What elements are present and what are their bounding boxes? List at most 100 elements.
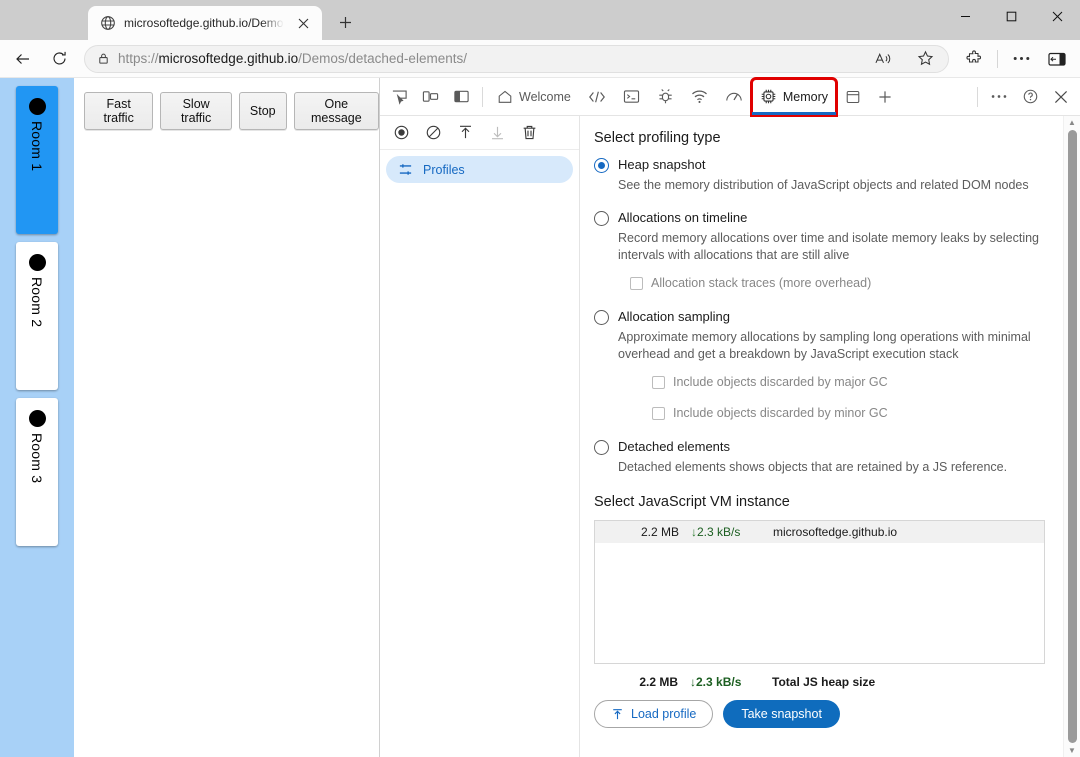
maximize-icon[interactable] [988, 0, 1034, 32]
radio-allocation-sampling[interactable] [594, 310, 609, 325]
suboption-allocation-stack-traces[interactable]: Allocation stack traces (more overhead) [630, 275, 1045, 292]
devtools-main: Profiles Select profiling type Heap snap… [380, 116, 1080, 757]
vm-instance-row[interactable]: 2.2 MB ↓2.3 kB/s microsoftedge.github.io [595, 521, 1044, 543]
stop-button[interactable]: Stop [239, 92, 287, 130]
puzzle-icon[interactable] [957, 44, 991, 74]
room-status-dot [29, 254, 46, 271]
device-emulation-icon[interactable] [415, 83, 445, 111]
read-aloud-icon[interactable] [866, 44, 900, 74]
total-rate-value: 2.3 kB/s [696, 675, 741, 689]
toolbar-divider [997, 50, 998, 68]
checkbox-allocation-stack-traces[interactable] [630, 277, 643, 290]
tab-network[interactable] [683, 79, 716, 115]
option-description: See the memory distribution of JavaScrip… [618, 177, 1045, 195]
room-item[interactable]: Room 1 [16, 86, 58, 234]
scroll-up-icon[interactable]: ▲ [1068, 118, 1076, 127]
room-label: Room 1 [29, 121, 45, 171]
option-description: Record memory allocations over time and … [618, 230, 1045, 265]
vm-rate-value: 2.3 kB/s [697, 525, 740, 539]
vm-instance-list[interactable]: 2.2 MB ↓2.3 kB/s microsoftedge.github.io [594, 520, 1045, 664]
record-icon[interactable] [386, 120, 416, 146]
tab-sources[interactable] [649, 79, 682, 115]
title-bar: microsoftedge.github.io/Demos/d [0, 0, 1080, 40]
minimize-icon[interactable] [942, 0, 988, 32]
slow-traffic-button[interactable]: Slow traffic [160, 92, 232, 130]
new-tab-button[interactable] [328, 5, 362, 39]
take-snapshot-button[interactable]: Take snapshot [723, 700, 840, 728]
option-heap-snapshot: Heap snapshot See the memory distributio… [594, 156, 1045, 195]
devtools-content: Select profiling type Heap snapshot See … [580, 116, 1080, 757]
option-row[interactable]: Allocations on timeline [594, 209, 1045, 227]
url-text: https://microsoftedge.github.io/Demos/de… [118, 51, 858, 66]
save-profile-down-icon[interactable] [482, 120, 512, 146]
option-label: Allocations on timeline [618, 209, 747, 227]
suboption-major-gc[interactable]: Include objects discarded by major GC [652, 374, 1045, 391]
option-row[interactable]: Allocation sampling [594, 308, 1045, 326]
vm-heap-size: 2.2 MB [621, 525, 679, 539]
star-icon[interactable] [908, 44, 942, 74]
tab-strip: microsoftedge.github.io/Demos/d [0, 0, 362, 40]
tab-elements[interactable] [580, 79, 614, 115]
ellipsis-icon[interactable] [1004, 44, 1038, 74]
suboption-minor-gc[interactable]: Include objects discarded by minor GC [652, 405, 1045, 422]
back-button[interactable] [6, 44, 40, 74]
total-label: Total JS heap size [762, 675, 875, 689]
more-tabs-plus-icon[interactable] [870, 79, 900, 115]
browser-tab[interactable]: microsoftedge.github.io/Demos/d [88, 6, 322, 40]
console-icon [623, 89, 640, 104]
load-profile-button[interactable]: Load profile [594, 700, 713, 728]
fast-traffic-button[interactable]: Fast traffic [84, 92, 153, 130]
memory-action-buttons: Load profile Take snapshot [594, 700, 1045, 728]
panel-scrollbar[interactable]: ▲ ▼ [1063, 116, 1080, 757]
checkbox-include-minor-gc[interactable] [652, 407, 665, 420]
split-screen-icon[interactable] [1040, 44, 1074, 74]
delete-trash-icon[interactable] [514, 120, 544, 146]
option-allocation-sampling: Allocation sampling Approximate memory a… [594, 308, 1045, 422]
vm-rate: ↓2.3 kB/s [679, 525, 763, 539]
application-icon [845, 89, 861, 105]
room-item[interactable]: Room 2 [16, 242, 58, 390]
tab-performance[interactable] [717, 79, 751, 115]
close-devtools-icon[interactable] [1046, 83, 1076, 111]
scroll-down-icon[interactable]: ▼ [1068, 746, 1076, 755]
address-bar[interactable]: https://microsoftedge.github.io/Demos/de… [84, 45, 949, 73]
radio-detached-elements[interactable] [594, 440, 609, 455]
tab-memory[interactable]: Memory [752, 79, 836, 115]
close-icon[interactable] [292, 12, 314, 34]
checkbox-include-major-gc[interactable] [652, 376, 665, 389]
devtools-settings-ellipsis-icon[interactable] [984, 83, 1014, 111]
load-profile-up-icon[interactable] [450, 120, 480, 146]
option-label: Heap snapshot [618, 156, 705, 174]
sidebar-item-label: Profiles [423, 163, 465, 177]
dock-side-icon[interactable] [446, 83, 476, 111]
memory-panel: Select profiling type Heap snapshot See … [580, 116, 1063, 757]
inspect-element-icon[interactable] [384, 83, 414, 111]
option-row[interactable]: Detached elements [594, 438, 1045, 456]
navigation-toolbar: https://microsoftedge.github.io/Demos/de… [0, 40, 1080, 78]
one-message-button[interactable]: One message [294, 92, 379, 130]
devtools-tab-bar: Welcome [380, 78, 1080, 116]
radio-allocations-on-timeline[interactable] [594, 211, 609, 226]
room-item[interactable]: Room 3 [16, 398, 58, 546]
close-window-icon[interactable] [1034, 0, 1080, 32]
tab-console[interactable] [615, 79, 648, 115]
room-label: Room 3 [29, 433, 45, 483]
vm-instance-title: Select JavaScript VM instance [594, 494, 1045, 510]
page-body: Fast traffic Slow traffic Stop One messa… [74, 78, 379, 757]
total-rate: ↓2.3 kB/s [678, 675, 762, 689]
window-controls [942, 0, 1080, 32]
radio-heap-snapshot[interactable] [594, 158, 609, 173]
clear-icon[interactable] [418, 120, 448, 146]
tab-welcome[interactable]: Welcome [489, 79, 579, 115]
help-question-icon[interactable] [1015, 83, 1045, 111]
scrollbar-thumb[interactable] [1068, 130, 1077, 743]
url-path: /Demos/detached-elements/ [298, 51, 467, 66]
url-scheme: https:// [118, 51, 159, 66]
tab-application[interactable] [837, 79, 869, 115]
sidebar-item-profiles[interactable]: Profiles [386, 156, 573, 183]
refresh-button[interactable] [42, 44, 76, 74]
total-heap-size: 2.2 MB [620, 675, 678, 689]
tab-title: microsoftedge.github.io/Demos/d [124, 16, 284, 30]
option-row[interactable]: Heap snapshot [594, 156, 1045, 174]
profiling-type-title: Select profiling type [594, 130, 1045, 146]
